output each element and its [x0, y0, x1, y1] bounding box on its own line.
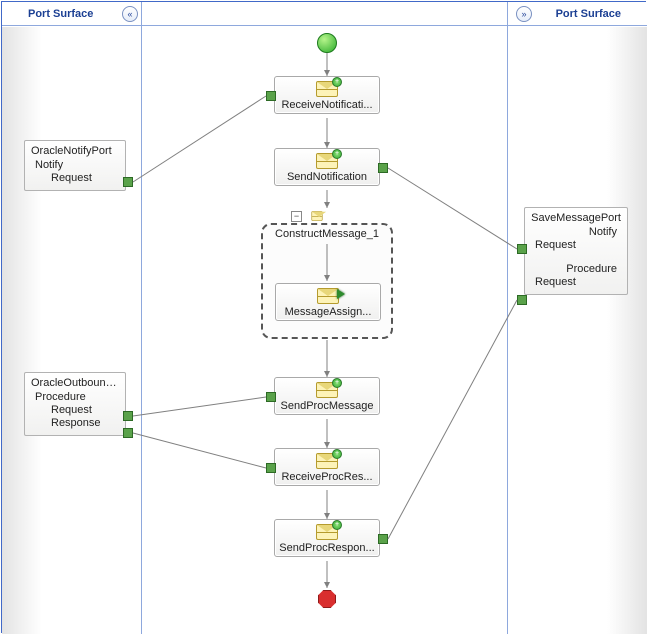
port-message-procedure-req[interactable]: Request [535, 276, 621, 288]
port-message-request[interactable]: Request [51, 404, 119, 416]
shape-label: SendProcMessage [279, 400, 375, 412]
receive-notification-shape[interactable]: + ReceiveNotificati... [274, 76, 380, 114]
shape-label: ReceiveProcRes... [279, 471, 375, 483]
send-icon: + [316, 153, 338, 169]
header: Port Surface « » Port Surface [2, 2, 647, 26]
receive-proc-res-shape[interactable]: + ReceiveProcRes... [274, 448, 380, 486]
conn-point[interactable] [266, 392, 276, 402]
assignment-icon [317, 288, 339, 304]
conn-point[interactable] [266, 463, 276, 473]
port-operation-notify[interactable]: Notify [531, 226, 617, 238]
shape-label: ReceiveNotificati... [279, 99, 375, 111]
shape-label: MessageAssign... [280, 306, 376, 318]
collapse-toggle-icon[interactable]: − [291, 211, 302, 222]
port-surface-title-right: Port Surface [556, 8, 621, 20]
conn-point[interactable] [123, 428, 133, 438]
conn-point[interactable] [517, 244, 527, 254]
port-surface-left-bg [2, 27, 42, 634]
port-surface-right-bg [607, 27, 647, 634]
port-message[interactable]: Request [51, 172, 119, 184]
send-proc-response-shape[interactable]: + SendProcRespon... [274, 519, 380, 557]
conn-point[interactable] [378, 534, 388, 544]
receive-icon: + [316, 81, 338, 97]
send-proc-message-shape[interactable]: + SendProcMessage [274, 377, 380, 415]
divider-left [141, 2, 142, 634]
shape-label: SendProcRespon... [279, 542, 375, 554]
shape-label: SendNotification [279, 171, 375, 183]
save-message-port[interactable]: SaveMessagePort Notify Request Procedure… [524, 207, 628, 295]
message-assignment-shape[interactable]: MessageAssign... [275, 283, 381, 321]
port-operation[interactable]: Procedure [35, 391, 119, 403]
send-notification-shape[interactable]: + SendNotification [274, 148, 380, 186]
conn-point[interactable] [123, 177, 133, 187]
port-message-response[interactable]: Response [51, 417, 119, 429]
construct-icon [309, 209, 325, 223]
oracle-outbound-port[interactable]: OracleOutboundP... Procedure Request Res… [24, 372, 126, 436]
port-title: OracleNotifyPort [31, 145, 119, 157]
port-message-notify-req[interactable]: Request [535, 239, 621, 251]
conn-point[interactable] [517, 295, 527, 305]
divider-right [507, 2, 508, 634]
send-icon: + [316, 382, 338, 398]
port-operation-procedure[interactable]: Procedure [531, 263, 617, 275]
send-icon: + [316, 524, 338, 540]
conn-point[interactable] [266, 91, 276, 101]
collapse-right-icon[interactable]: » [516, 6, 532, 22]
port-title: OracleOutboundP... [31, 377, 119, 389]
collapse-left-icon[interactable]: « [122, 6, 138, 22]
conn-point[interactable] [123, 411, 133, 421]
conn-point[interactable] [378, 163, 388, 173]
oracle-notify-port[interactable]: OracleNotifyPort Notify Request [24, 140, 126, 191]
receive-icon: + [316, 453, 338, 469]
end-shape[interactable] [318, 590, 336, 608]
port-surface-title-left: Port Surface [28, 8, 93, 20]
port-title: SaveMessagePort [531, 212, 621, 224]
start-shape[interactable] [317, 33, 337, 53]
construct-label: ConstructMessage_1 [275, 228, 379, 240]
construct-message-shape[interactable]: − ConstructMessage_1 MessageAssign... [261, 223, 393, 339]
port-operation[interactable]: Notify [35, 159, 119, 171]
